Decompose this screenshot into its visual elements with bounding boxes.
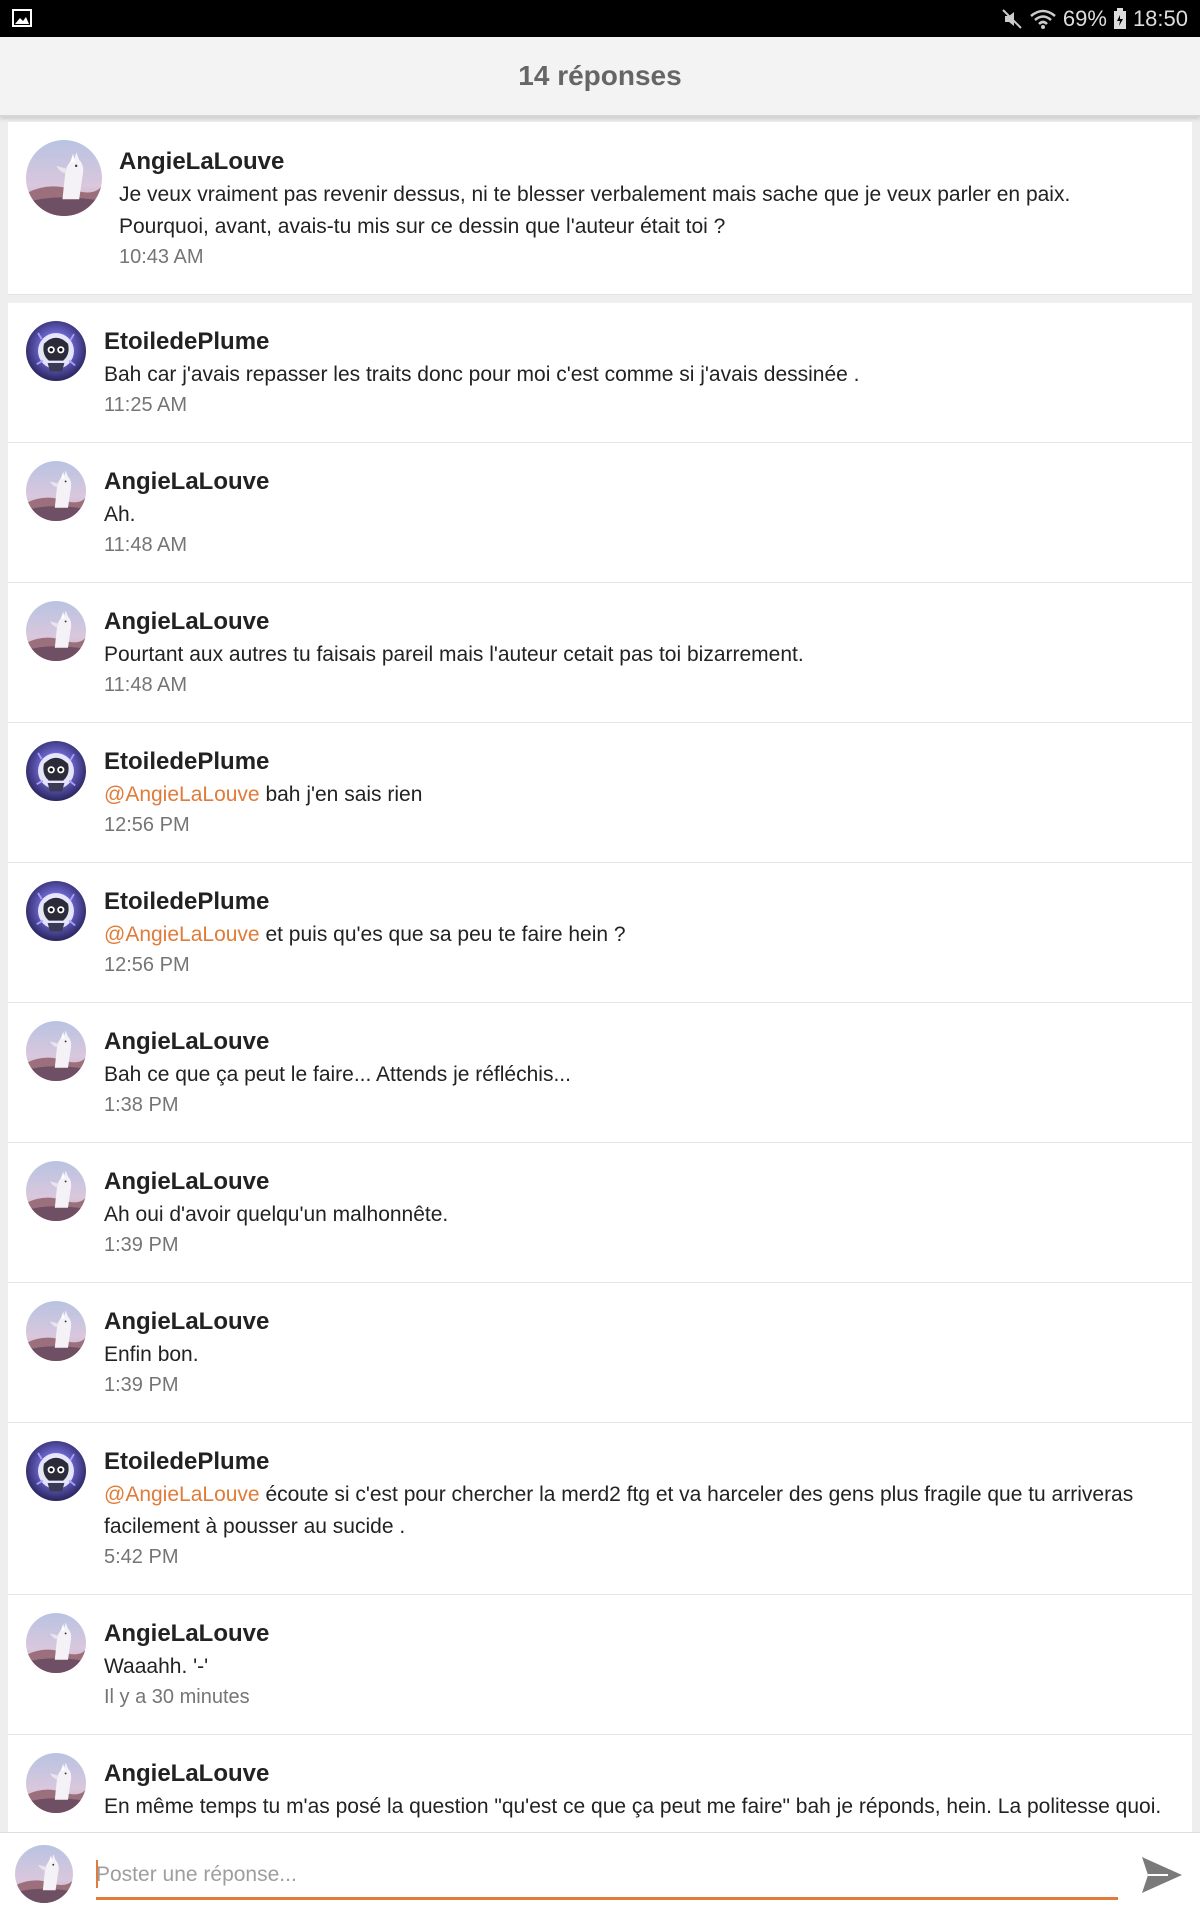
mute-icon <box>1002 8 1022 29</box>
reply-time: 11:48 AM <box>104 674 188 696</box>
reply-time: 1:38 PM <box>104 1094 179 1116</box>
reply-text: @AngieLaLouve écoute si c'est pour cherc… <box>104 1483 1134 1538</box>
reply-item: EtoiledePlume @AngieLaLouve et puis qu'e… <box>8 863 1192 1003</box>
avatar[interactable] <box>26 881 86 941</box>
reply-text: Waaahh. '-' <box>104 1655 209 1678</box>
reply-item: EtoiledePlume Bah car j'avais repasser l… <box>8 303 1192 443</box>
status-bar: 69% 18:50 <box>0 0 1200 37</box>
reply-item: AngieLaLouve Waaahh. '-' Il y a 30 minut… <box>8 1595 1192 1735</box>
wifi-icon <box>1030 9 1056 29</box>
reply-time: 11:25 AM <box>104 394 188 416</box>
avatar[interactable] <box>26 741 86 801</box>
reply-time: 1:39 PM <box>104 1234 179 1256</box>
comment-author[interactable]: AngieLaLouve <box>119 147 1162 177</box>
send-icon <box>1142 1857 1182 1893</box>
reply-text: @AngieLaLouve et puis qu'es que sa peu t… <box>104 923 626 946</box>
reply-author[interactable]: EtoiledePlume <box>104 327 1162 357</box>
battery-percent: 69% <box>1062 5 1107 31</box>
reply-time: Il y a 30 minutes <box>104 1686 250 1708</box>
reply-item: AngieLaLouve Enfin bon. 1:39 PM <box>8 1283 1192 1423</box>
reply-time: 12:56 PM <box>104 954 190 976</box>
reply-text: Ah oui d'avoir quelqu'un malhonnête. <box>104 1203 449 1226</box>
comment-text: Je veux vraiment pas revenir dessus, ni … <box>119 183 1071 238</box>
reply-time: 5:42 PM <box>104 1546 179 1568</box>
reply-author[interactable]: AngieLaLouve <box>104 1307 1162 1337</box>
replies-list: EtoiledePlume Bah car j'avais repasser l… <box>8 303 1192 1875</box>
avatar[interactable] <box>26 321 86 381</box>
comment-content: AngieLaLouve Je veux vraiment pas reveni… <box>119 147 1162 271</box>
reply-time: 1:39 PM <box>104 1374 179 1396</box>
mention-link[interactable]: @AngieLaLouve <box>104 923 260 946</box>
gallery-icon <box>12 9 32 27</box>
reply-author[interactable]: AngieLaLouve <box>104 1027 1162 1057</box>
reply-text: Enfin bon. <box>104 1343 199 1366</box>
reply-text: Bah car j'avais repasser les traits donc… <box>104 363 860 386</box>
original-comment: AngieLaLouve Je veux vraiment pas reveni… <box>8 122 1192 295</box>
reply-time: 11:48 AM <box>104 534 188 556</box>
avatar[interactable] <box>26 1301 86 1361</box>
reply-author[interactable]: AngieLaLouve <box>104 1619 1162 1649</box>
reply-input[interactable] <box>96 1853 1118 1900</box>
reply-author[interactable]: EtoiledePlume <box>104 887 1162 917</box>
reply-text: Bah ce que ça peut le faire... Attends j… <box>104 1063 571 1086</box>
reply-text: Pourtant aux autres tu faisais pareil ma… <box>104 643 804 666</box>
comment-time: 10:43 AM <box>119 246 204 268</box>
reply-author[interactable]: AngieLaLouve <box>104 467 1162 497</box>
reply-author[interactable]: EtoiledePlume <box>104 1447 1162 1477</box>
reply-text: En même temps tu m'as posé la question "… <box>104 1795 1162 1818</box>
avatar[interactable] <box>26 1161 86 1221</box>
reply-author[interactable]: AngieLaLouve <box>104 1759 1162 1789</box>
avatar[interactable] <box>26 1021 86 1081</box>
reply-item: AngieLaLouve Pourtant aux autres tu fais… <box>8 583 1192 723</box>
battery-icon <box>1113 7 1126 29</box>
avatar[interactable] <box>26 1613 86 1673</box>
status-icons: 69% 18:50 <box>1001 0 1188 37</box>
reply-author[interactable]: AngieLaLouve <box>104 607 1162 637</box>
avatar[interactable] <box>26 601 86 661</box>
avatar[interactable] <box>26 1441 86 1501</box>
clock: 18:50 <box>1132 5 1188 31</box>
reply-text: @AngieLaLouve bah j'en sais rien <box>104 783 423 806</box>
reply-time: 12:56 PM <box>104 814 190 836</box>
reply-author[interactable]: EtoiledePlume <box>104 747 1162 777</box>
avatar[interactable] <box>26 140 102 216</box>
reply-item: EtoiledePlume @AngieLaLouve bah j'en sai… <box>8 723 1192 863</box>
reply-author[interactable]: AngieLaLouve <box>104 1167 1162 1197</box>
reply-item: AngieLaLouve Bah ce que ça peut le faire… <box>8 1003 1192 1143</box>
reply-composer <box>0 1832 1200 1921</box>
reply-item: EtoiledePlume @AngieLaLouve écoute si c'… <box>8 1423 1192 1595</box>
header: 14 réponses <box>0 37 1200 117</box>
user-avatar[interactable] <box>15 1845 73 1903</box>
comment-thread[interactable]: AngieLaLouve Je veux vraiment pas reveni… <box>8 122 1192 1875</box>
avatar[interactable] <box>26 461 86 521</box>
send-button[interactable] <box>1140 1855 1184 1895</box>
mention-link[interactable]: @AngieLaLouve <box>104 783 260 806</box>
text-caret <box>96 1860 98 1888</box>
avatar[interactable] <box>26 1753 86 1813</box>
reply-text: Ah. <box>104 503 136 526</box>
page-title: 14 réponses <box>518 60 682 91</box>
reply-item: AngieLaLouve Ah oui d'avoir quelqu'un ma… <box>8 1143 1192 1283</box>
mention-link[interactable]: @AngieLaLouve <box>104 1483 260 1506</box>
reply-item: AngieLaLouve Ah. 11:48 AM <box>8 443 1192 583</box>
